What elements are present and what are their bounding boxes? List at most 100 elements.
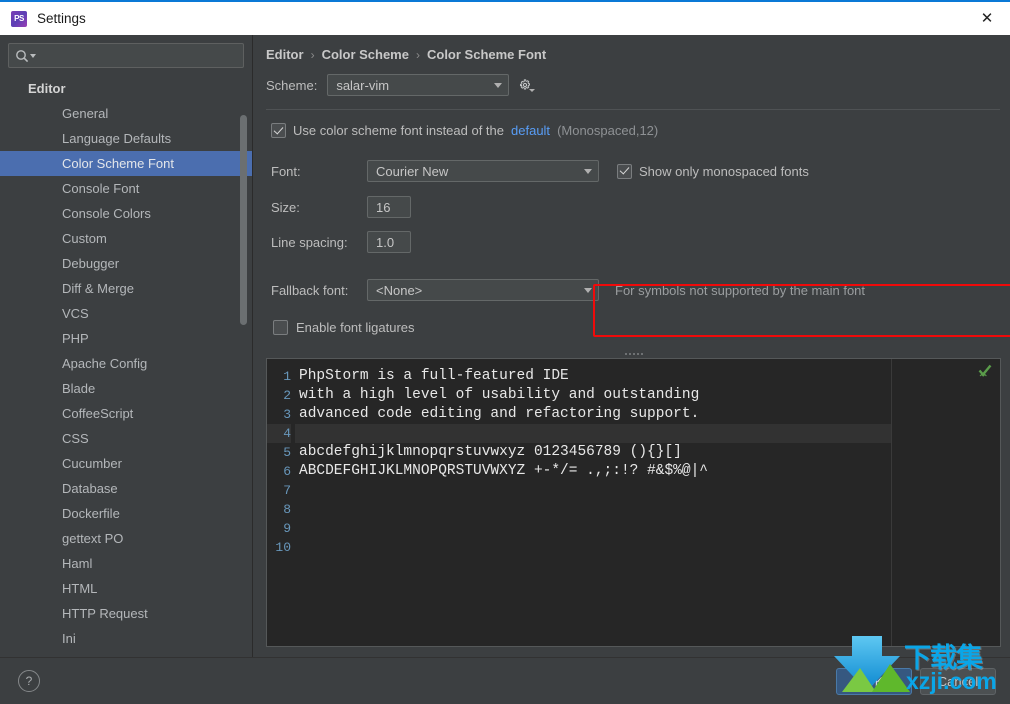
line-spacing-row: Line spacing: 1.0 <box>271 226 1010 258</box>
sidebar-item-console-font[interactable]: Console Font <box>0 176 252 201</box>
breadcrumb-item-editor[interactable]: Editor <box>266 47 304 62</box>
fallback-font-hint: For symbols not supported by the main fo… <box>615 282 866 298</box>
breadcrumb-item-color-scheme[interactable]: Color Scheme <box>322 47 409 62</box>
search-input[interactable] <box>8 43 244 68</box>
font-preview-editor[interactable]: 1 2 3 4 5 6 7 8 9 10 PhpStorm is a full-featured … <box>266 358 1001 647</box>
preview-splitter[interactable] <box>266 349 1001 358</box>
ligatures-label: Enable font ligatures <box>296 319 415 335</box>
fallback-font-row: Fallback font: <None> For symbols not su… <box>271 274 1010 306</box>
settings-sidebar: Editor General Language Defaults Color Sche… <box>0 35 253 657</box>
font-select-value: Courier New <box>376 163 449 179</box>
preview-line-text <box>295 519 891 538</box>
sidebar-item-color-scheme-font[interactable]: Color Scheme Font <box>0 151 252 176</box>
sidebar-item-haml[interactable]: Haml <box>0 551 252 576</box>
show-monospaced-row[interactable]: Show only monospaced fonts <box>617 163 809 179</box>
sidebar-scrollbar[interactable] <box>240 35 247 657</box>
settings-content: Editor › Color Scheme › Color Scheme Fon… <box>253 35 1010 657</box>
sidebar-item-console-colors[interactable]: Console Colors <box>0 201 252 226</box>
use-color-scheme-font-label: Use color scheme font instead of the <box>293 123 505 138</box>
splitter-dots-icon <box>624 352 643 355</box>
ligatures-checkbox[interactable] <box>273 319 288 335</box>
preview-line-number: 10 <box>275 540 291 555</box>
sidebar-item-dockerfile[interactable]: Dockerfile <box>0 501 252 526</box>
size-label: Size: <box>271 199 300 215</box>
sidebar-item-cucumber[interactable]: Cucumber <box>0 451 252 476</box>
preview-line-number: 2 <box>283 388 291 403</box>
window-title: Settings <box>37 11 86 26</box>
gear-dropdown-icon <box>529 88 536 92</box>
sidebar-item-coffeescript[interactable]: CoffeeScript <box>0 401 252 426</box>
sidebar-item-custom[interactable]: Custom <box>0 226 252 251</box>
sidebar-item-language-defaults[interactable]: Language Defaults <box>0 126 252 151</box>
chevron-down-icon <box>578 287 598 293</box>
breadcrumb: Editor › Color Scheme › Color Scheme Fon… <box>253 35 1010 62</box>
sidebar-item-ini[interactable]: Ini <box>0 626 252 651</box>
sidebar-item-editor[interactable]: Editor <box>0 76 252 101</box>
close-icon[interactable]: ✕ <box>964 2 1010 33</box>
preview-line-text <box>295 481 891 500</box>
content-bottom-spacer <box>253 647 1010 657</box>
preview-line-text <box>295 500 891 519</box>
sidebar-item-php[interactable]: PHP <box>0 326 252 351</box>
scheme-select-value: salar-vim <box>336 77 390 93</box>
gear-icon[interactable] <box>519 76 537 94</box>
chevron-down-icon <box>488 82 508 88</box>
preview-line-number: 7 <box>283 483 291 498</box>
sidebar-scrollbar-thumb[interactable] <box>240 115 247 325</box>
sidebar-item-vcs[interactable]: VCS <box>0 301 252 326</box>
default-font-info: (Monospaced,12) <box>557 123 659 138</box>
ligatures-row[interactable]: Enable font ligatures <box>271 311 1010 343</box>
font-settings-form: Font: Courier New Show only monospaced f… <box>253 138 1010 343</box>
sidebar-item-database[interactable]: Database <box>0 476 252 501</box>
search-wrapper <box>0 35 252 68</box>
fallback-font-select[interactable]: <None> <box>367 279 599 301</box>
sidebar-item-diff-merge[interactable]: Diff & Merge <box>0 276 252 301</box>
preview-line-text: ABCDEFGHIJKLMNOPQRSTUVWXYZ +-*/= .,;:!? … <box>299 463 708 479</box>
settings-tree: Editor General Language Defaults Color Sche… <box>0 76 252 657</box>
fallback-font-label: Fallback font: <box>271 282 349 298</box>
scheme-select[interactable]: salar-vim <box>327 74 510 96</box>
ok-button[interactable]: OK <box>836 667 912 695</box>
use-color-scheme-font-checkbox[interactable] <box>271 123 286 138</box>
sidebar-item-html[interactable]: HTML <box>0 576 252 601</box>
sidebar-item-http-request[interactable]: HTTP Request <box>0 601 252 626</box>
sidebar-item-gettext-po[interactable]: gettext PO <box>0 526 252 551</box>
search-icon <box>15 49 29 63</box>
sidebar-item-debugger[interactable]: Debugger <box>0 251 252 276</box>
preview-line-number: 8 <box>283 502 291 517</box>
size-row: Size: 16 <box>271 191 1010 223</box>
fallback-font-value: <None> <box>376 282 423 298</box>
footer-buttons: OK Cancel <box>836 667 996 695</box>
line-spacing-input[interactable]: 1.0 <box>367 231 411 253</box>
sidebar-item-css[interactable]: CSS <box>0 426 252 451</box>
preview-line-text <box>295 424 891 443</box>
size-input[interactable]: 16 <box>367 196 411 218</box>
dialog-footer: ? OK Cancel <box>0 657 1010 704</box>
phpstorm-icon: PS <box>11 10 27 27</box>
show-monospaced-checkbox[interactable] <box>617 163 632 179</box>
chevron-down-icon <box>578 168 598 174</box>
font-select[interactable]: Courier New <box>367 160 599 182</box>
sidebar-item-blade[interactable]: Blade <box>0 376 252 401</box>
sidebar-item-apache-config[interactable]: Apache Config <box>0 351 252 376</box>
preview-code[interactable]: PhpStorm is a full-featured IDE with a hi… <box>295 359 891 646</box>
preview-gutter: 1 2 3 4 5 6 7 8 9 10 <box>267 359 295 646</box>
preview-line-text: PhpStorm is a full-featured IDE <box>299 368 569 384</box>
breadcrumb-separator: › <box>310 47 315 62</box>
preview-line-text: advanced code editing and refactoring su… <box>299 406 700 422</box>
help-button[interactable]: ? <box>18 670 40 692</box>
sidebar-item-general[interactable]: General <box>0 101 252 126</box>
font-label: Font: <box>271 163 301 179</box>
preview-line-text: with a high level of usability and outst… <box>299 387 700 403</box>
preview-right-gutter <box>891 359 1000 646</box>
line-spacing-label: Line spacing: <box>271 234 348 250</box>
default-font-link[interactable]: default <box>511 123 550 138</box>
show-monospaced-label: Show only monospaced fonts <box>639 163 809 179</box>
green-check-icon <box>978 364 992 378</box>
window-titlebar: PS Settings ✕ <box>0 0 1010 35</box>
dialog-body: Editor General Language Defaults Color Sche… <box>0 35 1010 657</box>
use-color-scheme-font-row[interactable]: Use color scheme font instead of the def… <box>253 110 1010 138</box>
cancel-button[interactable]: Cancel <box>920 667 996 695</box>
breadcrumb-separator: › <box>415 47 420 62</box>
search-dropdown-icon[interactable] <box>30 53 36 58</box>
